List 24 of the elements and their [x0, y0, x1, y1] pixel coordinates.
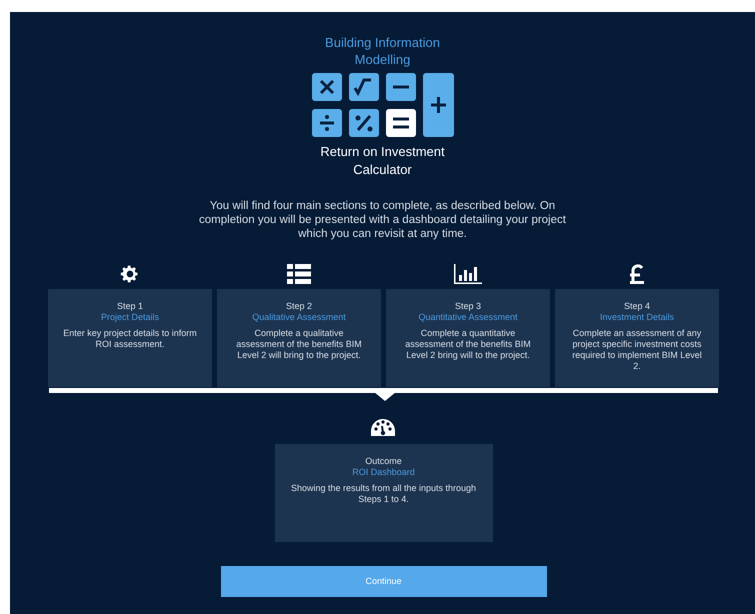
- step-description: Complete a quantitative assessment of the benefits BIM Level 2 bring will to the project.: [404, 328, 532, 361]
- intro-text: You will find four main sections to complete, as described below. On completion you will be presented with a dashboard detailing your project which you can revisit at any time.: [198, 199, 567, 241]
- pound-icon: [629, 264, 645, 284]
- step-title: Investment Details: [600, 312, 674, 323]
- step-number: Step 3: [454, 301, 482, 312]
- bar-chart-icon: [454, 264, 482, 284]
- step-description: Complete a qualitative assessment of the benefits BIM Level 2 will bring to the project.: [235, 328, 363, 361]
- step-description: Showing the results from all the inputs through Steps 1 to 4.: [290, 483, 478, 505]
- step-title: ROI Dashboard: [352, 467, 415, 478]
- gear-icon: [120, 264, 140, 284]
- step-description: Enter key project details to inform ROI assessment.: [62, 328, 198, 350]
- step-title: Quantitative Assessment: [418, 312, 518, 323]
- step-description: Complete an assessment of any project specific investment costs required to implement BIM Level 2.: [571, 328, 703, 372]
- app-subtitle: Return on Investment Calculator: [319, 143, 446, 179]
- step-number: Step 4: [624, 301, 650, 312]
- step-number: Step 1: [116, 301, 144, 312]
- continue-button[interactable]: Continue: [220, 566, 546, 597]
- step-number: Step 2: [286, 301, 312, 312]
- step-title: Qualitative Assessment: [252, 312, 346, 323]
- step-number: Outcome: [365, 456, 402, 467]
- gauge-icon: [370, 418, 394, 436]
- step-title: Project Details: [100, 312, 160, 323]
- list-icon: [287, 264, 311, 284]
- app-title: Building Information Modelling: [324, 34, 441, 68]
